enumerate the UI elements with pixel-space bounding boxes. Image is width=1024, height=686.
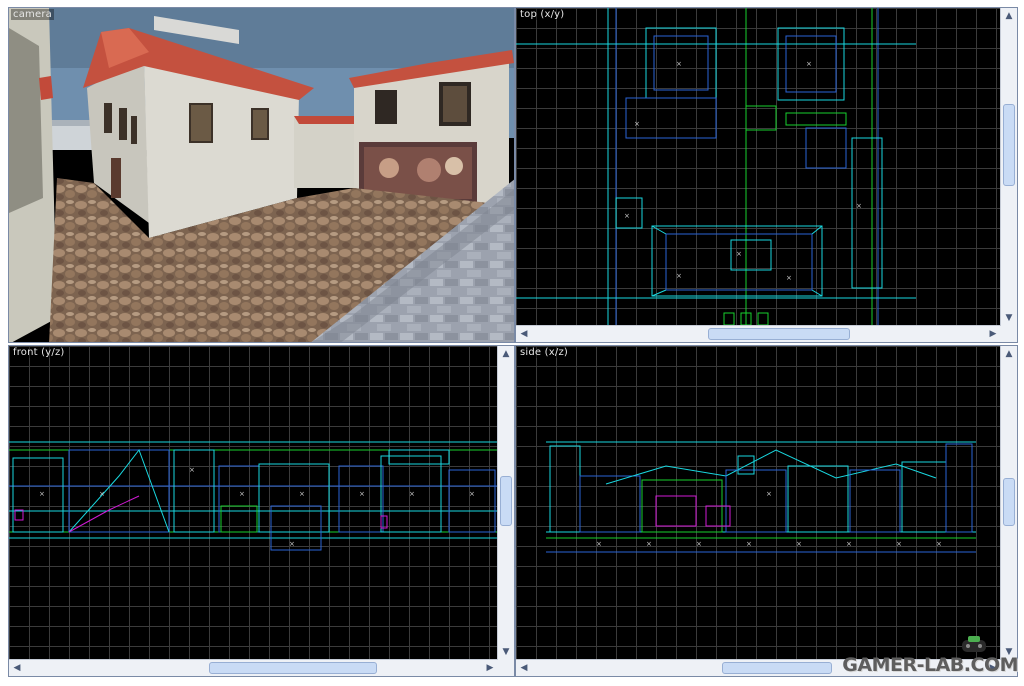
scroll-up-icon[interactable]: ▲: [499, 347, 513, 361]
scroll-down-icon[interactable]: ▼: [499, 645, 513, 659]
top-vertical-scroll-thumb[interactable]: [1003, 104, 1015, 186]
top-viewport-label: top (x/y): [518, 9, 567, 20]
svg-text:×: ×: [409, 490, 415, 498]
svg-text:×: ×: [796, 540, 802, 548]
svg-text:×: ×: [936, 540, 942, 548]
side-vertical-scrollbar[interactable]: ▲ ▼: [1000, 346, 1017, 660]
svg-text:×: ×: [856, 202, 862, 210]
svg-text:×: ×: [189, 466, 195, 474]
scroll-left-icon[interactable]: ◀: [10, 661, 24, 675]
svg-text:×: ×: [39, 490, 45, 498]
svg-text:×: ×: [596, 540, 602, 548]
top-horizontal-scroll-thumb[interactable]: [708, 328, 850, 340]
svg-text:×: ×: [786, 274, 792, 282]
svg-text:×: ×: [746, 540, 752, 548]
svg-text:×: ×: [896, 540, 902, 548]
gamepad-icon: [962, 636, 986, 652]
front-horizontal-scroll-thumb[interactable]: [209, 662, 377, 674]
svg-text:×: ×: [766, 490, 772, 498]
watermark-text: GAMER-LAB.COM: [842, 654, 1018, 676]
camera-viewport-label: camera: [11, 9, 54, 20]
top-horizontal-scrollbar[interactable]: ◀ ▶: [516, 325, 1001, 342]
svg-text:×: ×: [299, 490, 305, 498]
svg-text:×: ×: [624, 212, 630, 220]
top-blueprint: × × × × × × × ×: [516, 8, 916, 328]
front-viewport[interactable]: × × × × × × × × × front (y/z) ▲ ▼ ◀ ▶: [8, 345, 515, 677]
scroll-left-icon[interactable]: ◀: [517, 661, 531, 675]
svg-text:×: ×: [99, 490, 105, 498]
scroll-left-icon[interactable]: ◀: [517, 327, 531, 341]
side-vertical-scroll-thumb[interactable]: [1003, 478, 1015, 526]
svg-text:×: ×: [646, 540, 652, 548]
side-blueprint: × × × × × × × × ×: [546, 441, 976, 553]
scroll-right-icon[interactable]: ▶: [483, 661, 497, 675]
camera-scene: [9, 8, 514, 342]
front-horizontal-scrollbar[interactable]: ◀ ▶: [9, 659, 498, 676]
svg-text:×: ×: [806, 60, 812, 68]
scroll-up-icon[interactable]: ▲: [1002, 9, 1016, 23]
front-viewport-label: front (y/z): [11, 347, 67, 358]
front-blueprint: × × × × × × × × ×: [9, 441, 499, 551]
scroll-down-icon[interactable]: ▼: [1002, 311, 1016, 325]
svg-text:×: ×: [696, 540, 702, 548]
svg-text:×: ×: [676, 272, 682, 280]
camera-viewport[interactable]: camera: [8, 7, 515, 343]
scroll-up-icon[interactable]: ▲: [1002, 347, 1016, 361]
svg-text:×: ×: [676, 60, 682, 68]
svg-text:×: ×: [289, 540, 295, 548]
svg-text:×: ×: [846, 540, 852, 548]
side-viewport[interactable]: × × × × × × × × × side (x/z) ▲ ▼ ◀ ▶: [515, 345, 1018, 677]
top-viewport[interactable]: × × × × × × × × top (x/y) ▲ ▼ ◀ ▶: [515, 7, 1018, 343]
top-vertical-scrollbar[interactable]: ▲ ▼: [1000, 8, 1017, 326]
svg-text:×: ×: [469, 490, 475, 498]
top-scroll-corner: [1001, 326, 1017, 342]
scroll-right-icon[interactable]: ▶: [986, 327, 1000, 341]
svg-text:×: ×: [736, 250, 742, 258]
svg-text:×: ×: [239, 490, 245, 498]
front-scroll-corner: [498, 660, 514, 676]
front-vertical-scrollbar[interactable]: ▲ ▼: [497, 346, 514, 660]
svg-text:×: ×: [359, 490, 365, 498]
front-vertical-scroll-thumb[interactable]: [500, 476, 512, 526]
side-viewport-label: side (x/z): [518, 347, 571, 358]
svg-text:×: ×: [634, 120, 640, 128]
side-horizontal-scroll-thumb[interactable]: [722, 662, 832, 674]
